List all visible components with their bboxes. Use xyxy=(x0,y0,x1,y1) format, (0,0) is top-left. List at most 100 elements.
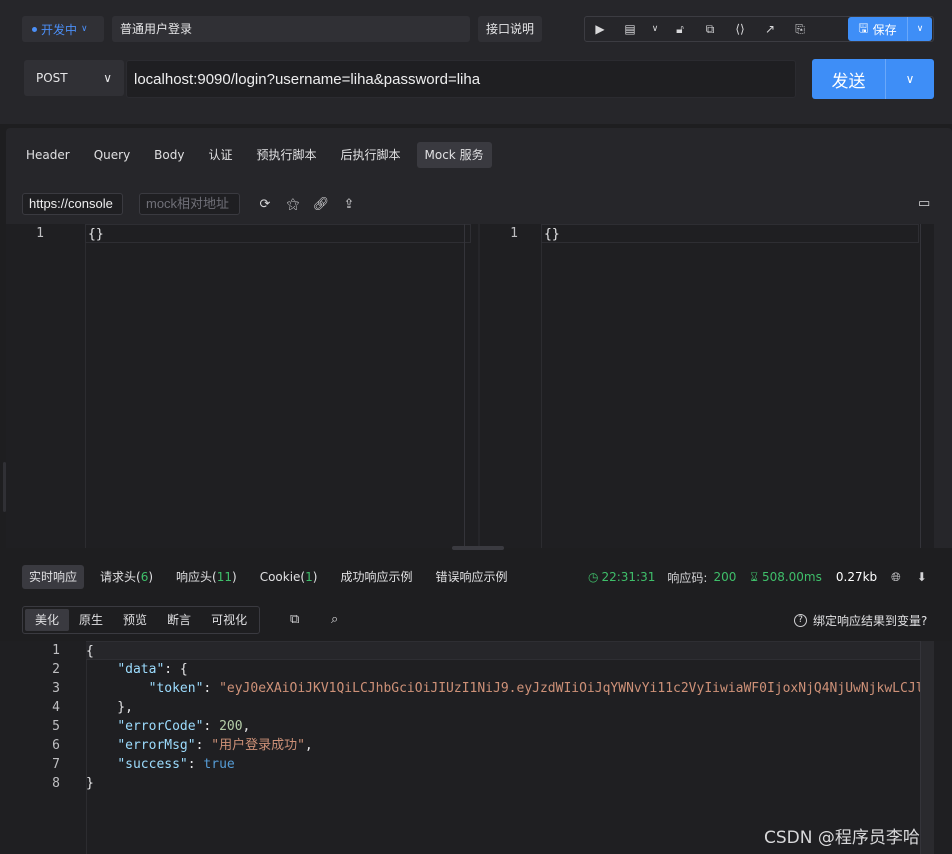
response-code: 200 xyxy=(713,570,737,584)
paren: ) xyxy=(312,570,318,584)
response-size: 0.27kb xyxy=(835,570,878,584)
globe-icon[interactable]: 🌐︎ xyxy=(891,570,901,585)
code-line: }, xyxy=(86,700,133,715)
tab-visualize[interactable]: 可视化 xyxy=(201,609,257,631)
tab-beautify[interactable]: 美化 xyxy=(25,609,70,631)
line-number: 2 xyxy=(52,662,60,677)
code-line: "token": "eyJ0eXAiOiJKV1QiLCJhbGciOiJIUz… xyxy=(86,679,934,698)
tab-realtime-response[interactable]: 实时响应 xyxy=(22,565,85,589)
tab-preview[interactable]: 预览 xyxy=(113,609,157,631)
mock-toolbar: https://console mock相对地址 ⟳ ⚝ 🔗︎ ⇪ xyxy=(22,193,358,215)
response-time: 22:31:31 xyxy=(601,570,656,584)
hourglass-icon: ⌛︎ xyxy=(750,569,758,584)
layout-icon[interactable]: ▭ xyxy=(918,196,930,211)
magic-wand-icon[interactable]: ⚝ xyxy=(284,197,302,212)
chevron-down-icon[interactable]: ∨ xyxy=(645,17,665,41)
mock-url-field[interactable]: https://console xyxy=(22,193,123,215)
tab-body[interactable]: Body xyxy=(146,142,192,168)
error-code-value: 200 xyxy=(219,719,243,734)
copy-icon[interactable]: ⧉ xyxy=(290,612,299,627)
send-main[interactable]: 发送 xyxy=(812,59,886,99)
error-msg-value: 用户登录成功 xyxy=(219,738,298,753)
mock-right-editor[interactable]: 1 {} xyxy=(480,224,934,548)
editor-gutter xyxy=(86,660,87,854)
save-button[interactable]: 🖫︎ 保存 ∨ xyxy=(848,17,932,41)
editor-gutter xyxy=(85,243,86,548)
api-name-field[interactable]: 普通用户登录 xyxy=(112,16,470,42)
tab-post-script[interactable]: 后执行脚本 xyxy=(333,142,409,168)
tab-assert[interactable]: 断言 xyxy=(157,609,201,631)
count-badge: 11 xyxy=(216,570,232,584)
tab-cookie[interactable]: Cookie(1) xyxy=(253,565,325,589)
line-number: 8 xyxy=(52,776,60,791)
line-number: 3 xyxy=(52,681,60,696)
document-icon[interactable]: ▤ xyxy=(615,17,645,41)
mock-relative-field[interactable]: mock相对地址 xyxy=(139,193,240,215)
line-number: 7 xyxy=(52,757,60,772)
side-drag-handle[interactable] xyxy=(3,462,6,512)
paren: ) xyxy=(148,570,154,584)
chevron-down-icon[interactable]: ∨ xyxy=(886,59,934,99)
response-tabs: 实时响应 请求头(6) 响应头(11) Cookie(1) 成功响应示例 错误响… xyxy=(22,565,523,589)
download-icon[interactable]: ⬇ xyxy=(917,570,927,584)
save-main[interactable]: 🖫︎ 保存 xyxy=(848,17,908,41)
copy-icon[interactable]: ⧉ xyxy=(695,17,725,41)
tab-pre-script[interactable]: 预执行脚本 xyxy=(248,142,324,168)
export-icon[interactable]: ⎘ xyxy=(785,17,815,41)
line-number: 1 xyxy=(36,226,44,241)
code-icon[interactable]: ⟨⟩ xyxy=(725,17,755,41)
tab-query[interactable]: Query xyxy=(86,142,138,168)
line-number: 4 xyxy=(52,700,60,715)
code-line: } xyxy=(86,776,94,791)
tab-response-headers[interactable]: 响应头(11) xyxy=(169,565,244,589)
save-label: 保存 xyxy=(872,22,897,37)
refresh-icon[interactable]: ⟳ xyxy=(256,197,274,212)
method-value: POST xyxy=(36,71,68,85)
response-duration: 508.00ms xyxy=(761,570,822,584)
request-tabs: Header Query Body 认证 预执行脚本 后执行脚本 Mock 服务 xyxy=(18,142,500,168)
watermark: CSDN @程序员李哈 xyxy=(764,828,920,848)
tab-error-example[interactable]: 错误响应示例 xyxy=(428,565,514,589)
share-icon[interactable]: ↗ xyxy=(755,17,785,41)
method-select[interactable]: POST ∨ xyxy=(24,60,124,96)
upload-icon[interactable]: ⇪ xyxy=(340,197,358,212)
scrollbar[interactable] xyxy=(464,224,478,548)
url-input[interactable] xyxy=(126,60,796,98)
panel-resize-handle[interactable] xyxy=(452,546,504,550)
environment-selector[interactable]: 开发中 ∨ xyxy=(22,16,104,42)
code-line: "success": true xyxy=(117,757,235,772)
tab-request-headers[interactable]: 请求头(6) xyxy=(93,565,160,589)
search-icon[interactable]: ⌕ xyxy=(331,612,338,627)
link-icon[interactable]: 🔗︎ xyxy=(312,197,330,212)
scrollbar[interactable] xyxy=(920,641,934,854)
tab-label: 响应头( xyxy=(176,570,217,584)
json-code: { "data": { "token": "eyJ0eXAiOiJKV1QiLC… xyxy=(86,641,934,793)
play-icon[interactable]: ▶ xyxy=(585,17,615,41)
editor-line: {} xyxy=(541,224,919,243)
code-line: "errorCode": 200, xyxy=(117,719,251,734)
api-description-button[interactable]: 接口说明 xyxy=(478,16,542,42)
line-number: 1 xyxy=(510,226,518,241)
tab-header[interactable]: Header xyxy=(18,142,78,168)
help-icon: ? xyxy=(794,614,807,627)
line-numbers: 1 2 3 4 5 6 7 8 xyxy=(0,641,60,793)
tab-raw[interactable]: 原生 xyxy=(69,609,113,631)
chevron-down-icon: ∨ xyxy=(103,71,112,85)
tab-mock[interactable]: Mock 服务 xyxy=(416,142,492,168)
tab-label: 请求头( xyxy=(100,570,141,584)
unlock-icon[interactable]: 🔓︎ xyxy=(665,17,695,41)
tab-success-example[interactable]: 成功响应示例 xyxy=(333,565,419,589)
save-icon: 🖫︎ xyxy=(858,20,869,35)
tab-label: Cookie( xyxy=(259,570,306,584)
send-button[interactable]: 发送 ∨ xyxy=(812,59,934,99)
mock-left-editor[interactable]: 1 {} xyxy=(6,224,478,548)
bind-response-variable[interactable]: ? 绑定响应结果到变量? xyxy=(794,612,927,629)
view-mode-tabs: 美化 原生 预览 断言 可视化 xyxy=(22,606,261,634)
scrollbar[interactable] xyxy=(920,224,934,548)
code-line: "data": { xyxy=(117,662,188,677)
count-badge: 1 xyxy=(305,570,313,584)
tab-auth[interactable]: 认证 xyxy=(200,142,240,168)
chevron-down-icon[interactable]: ∨ xyxy=(908,24,932,34)
status-dot-icon xyxy=(32,26,37,32)
chevron-down-icon: ∨ xyxy=(81,24,88,34)
